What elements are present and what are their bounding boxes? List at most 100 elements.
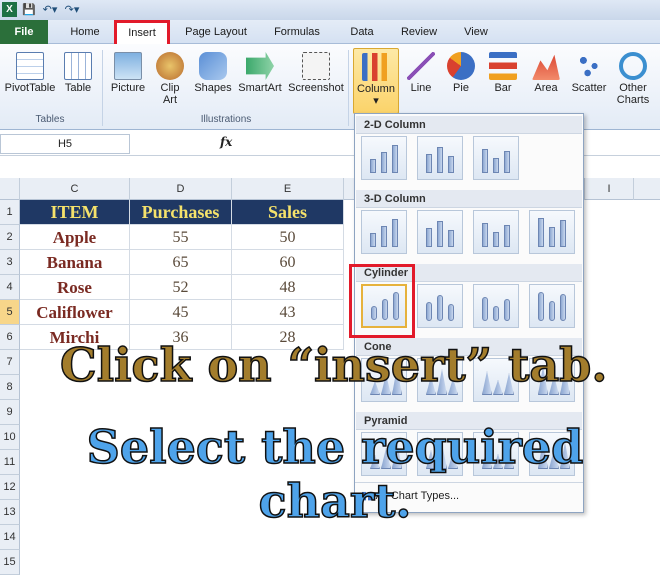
thumbnail-bar [482,149,488,173]
chart-subtype-thumbnail[interactable] [361,136,407,180]
instruction-caption-1: Click on “insert” tab. [59,337,608,393]
group-separator [348,50,349,126]
tab-page-layout[interactable]: Page Layout [176,20,256,44]
group-illustrations-label: Illustrations [200,114,252,125]
save-icon[interactable]: 💾 [22,2,36,17]
chart-subtype-thumbnail[interactable] [473,136,519,180]
group-tables-label: Tables [35,114,65,125]
tab-view[interactable]: View [452,20,500,44]
tab-formulas[interactable]: Formulas [262,20,332,44]
row-header[interactable]: 2 [0,225,20,250]
area-chart-icon [532,54,560,80]
thumbnail-bar [448,230,454,247]
column-header-i[interactable]: I [584,178,634,200]
table-cell[interactable]: Califlower [20,300,130,325]
table-cell[interactable]: 50 [232,225,344,250]
row-header[interactable]: 1 [0,200,20,225]
fx-icon[interactable]: fx [220,135,232,149]
area-label: Area [534,82,558,94]
row-header[interactable]: 15 [0,550,20,575]
tab-insert[interactable]: Insert [114,20,170,44]
chart-subtype-thumbnail[interactable] [417,284,463,328]
column-label: Column [357,83,395,95]
table-cell[interactable]: 45 [130,300,232,325]
thumbnail-bar [504,225,510,247]
shapes-button[interactable]: Shapes [192,48,234,114]
smartart-button[interactable]: SmartArt [236,48,284,114]
name-box[interactable]: H5 [0,134,130,154]
table-cell[interactable]: 52 [130,275,232,300]
thumbnail-bar [437,147,443,173]
thumbnail-bar [448,156,454,173]
line-label: Line [410,82,432,94]
clip-art-button[interactable]: Clip Art [152,48,188,114]
tab-file[interactable]: File [0,20,48,44]
chart-subtype-thumbnail[interactable] [529,284,575,328]
scatter-chart-button[interactable]: Scatter [568,48,610,114]
table-header-cell[interactable]: Purchases [130,200,232,225]
column-header-d[interactable]: D [130,178,232,200]
pivottable-button[interactable]: PivotTable [2,48,58,114]
other-charts-icon [619,52,647,80]
row-header[interactable]: 8 [0,375,20,400]
table-header-cell[interactable]: ITEM [20,200,130,225]
scatter-label: Scatter [571,82,607,94]
chart-subtype-thumbnail[interactable] [473,284,519,328]
picture-button[interactable]: Picture [108,48,148,114]
tab-data[interactable]: Data [340,20,384,44]
table-header-cell[interactable]: Sales [232,200,344,225]
chart-subtype-thumbnail[interactable] [417,136,463,180]
pie-chart-button[interactable]: Pie [443,48,479,114]
pivottable-icon [16,52,44,80]
instruction-caption-2: Select the required chart. [86,419,584,529]
table-cell[interactable]: Rose [20,275,130,300]
thumbnail-bar [493,232,499,247]
undo-icon[interactable]: ↶▾ [40,2,60,17]
thumbnail-bar [482,297,488,321]
line-chart-button[interactable]: Line [403,48,439,114]
excel-app-icon: X [2,2,17,17]
table-cell[interactable]: 60 [232,250,344,275]
row-header[interactable]: 7 [0,350,20,375]
ribbon-tabs: File Home Insert Page Layout Formulas Da… [0,20,660,44]
cylinder-highlight-box [349,264,415,338]
chart-subtype-thumbnail[interactable] [529,210,575,254]
section-2d-column: 2-D Column [356,116,582,134]
thumbnail-bar [437,221,443,247]
chart-subtype-thumbnail[interactable] [361,210,407,254]
column-header-e[interactable]: E [232,178,344,200]
chart-subtype-thumbnail[interactable] [417,210,463,254]
thumbnail-bar [370,233,376,247]
table-cell[interactable]: Banana [20,250,130,275]
row-header[interactable]: 6 [0,325,20,350]
select-all-corner[interactable] [0,178,20,200]
redo-icon[interactable]: ↷▾ [62,2,82,17]
pie-chart-icon [447,52,475,80]
table-cell[interactable]: 65 [130,250,232,275]
thumbnail-bar [549,227,555,247]
area-chart-button[interactable]: Area [526,48,566,114]
pivottable-label: PivotTable [4,82,56,94]
column-header-c[interactable]: C [20,178,130,200]
table-cell[interactable]: 43 [232,300,344,325]
thumbnail-bar [426,154,432,173]
thumbnail-bar [504,299,510,321]
chart-subtype-thumbnail[interactable] [473,210,519,254]
column-chart-icon [362,53,390,81]
tab-home[interactable]: Home [60,20,110,44]
chevron-down-icon: ▾ [373,95,379,107]
table-icon [64,52,92,80]
tab-review[interactable]: Review [392,20,446,44]
other-charts-button[interactable]: Other Charts [610,48,656,114]
row-header[interactable]: 14 [0,525,20,550]
table-cell[interactable]: Apple [20,225,130,250]
column-chart-button[interactable]: Column ▾ [353,48,399,114]
row-header[interactable]: 5 [0,300,20,325]
bar-chart-button[interactable]: Bar [483,48,523,114]
table-button[interactable]: Table [60,48,96,114]
table-cell[interactable]: 48 [232,275,344,300]
table-cell[interactable]: 55 [130,225,232,250]
row-header[interactable]: 4 [0,275,20,300]
screenshot-button[interactable]: Screenshot [286,48,346,114]
row-header[interactable]: 3 [0,250,20,275]
